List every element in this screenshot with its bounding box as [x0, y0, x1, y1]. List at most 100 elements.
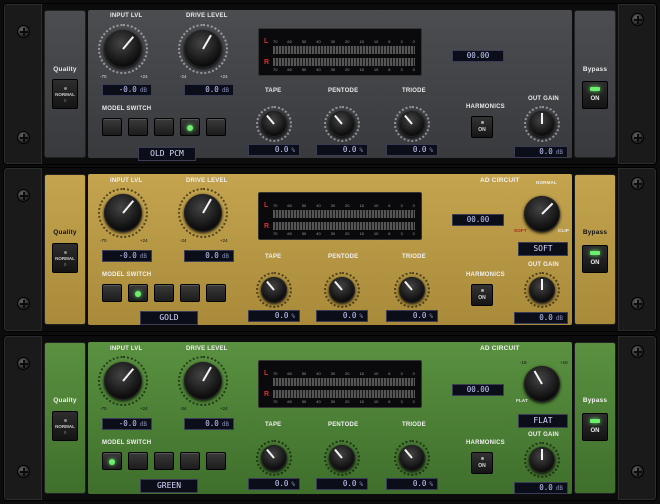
rack-ear-left: [4, 4, 42, 164]
meter-scale-tick: 40: [316, 203, 321, 208]
meter-scale: 70 60 50 40 30 20 15 10 6 3 0: [273, 67, 415, 73]
ad-circuit-knob[interactable]: [524, 366, 560, 402]
pentode-knob[interactable]: [329, 111, 355, 137]
model-button-2[interactable]: [128, 118, 148, 136]
screw-icon: [17, 357, 30, 370]
drive-level-knob[interactable]: [184, 362, 222, 400]
triode-knob[interactable]: [399, 445, 425, 471]
tape-knob[interactable]: [261, 445, 287, 471]
pentode-knob[interactable]: [329, 445, 355, 471]
ad-circuit-knob[interactable]: [524, 196, 560, 232]
model-button-3[interactable]: [154, 284, 174, 302]
meter-scale-tick: 6: [388, 371, 391, 376]
ad-min-tick: -18: [520, 360, 527, 365]
model-button-1[interactable]: [102, 284, 122, 302]
bypass-button[interactable]: ON: [582, 81, 608, 109]
input-lvl-knob[interactable]: [104, 362, 142, 400]
input-lvl-knob[interactable]: [104, 30, 142, 68]
out-gain-label: OUT GAIN: [528, 432, 559, 438]
ad-normal-label: NORMAL: [536, 180, 557, 185]
model-button-3[interactable]: [154, 118, 174, 136]
input-lvl-label: INPUT LVL: [110, 178, 143, 184]
tape-knob[interactable]: [261, 111, 287, 137]
meter-scale-tick: 60: [287, 39, 292, 44]
quality-button[interactable]: NORMAL ○: [52, 79, 78, 109]
screw-icon: [631, 465, 644, 478]
pentode-label: PENTODE: [328, 88, 359, 94]
meter-scale-tick: 20: [345, 231, 350, 236]
level-meter: L 70 60 50 40 30 20 15 10 6 3 0 R 70 60 50 40 30 20 15 10…: [258, 192, 422, 240]
drive-level-label: DRIVE LEVEL: [186, 346, 228, 352]
model-name-display: OLD PCM: [138, 147, 196, 161]
bypass-button[interactable]: ON: [582, 245, 608, 273]
input-max-tick: +24: [140, 74, 148, 79]
out-gain-readout: 0.0 dB: [514, 146, 568, 158]
out-gain-knob[interactable]: [529, 277, 555, 303]
model-button-5[interactable]: [206, 452, 226, 470]
tape-readout: 0.0%: [248, 478, 300, 490]
pentode-readout: 0.0%: [316, 310, 368, 322]
quality-button[interactable]: NORMAL ○: [52, 243, 78, 273]
meter-scale-tick: 50: [301, 67, 307, 72]
bypass-button[interactable]: ON: [582, 413, 608, 441]
harmonics-button[interactable]: ON: [471, 452, 493, 474]
meter-scale-tick: 0: [412, 67, 415, 72]
meter-scale-tick: 15: [359, 371, 364, 376]
drive-max-tick: +24: [220, 74, 228, 79]
screw-icon: [631, 13, 644, 26]
ad-mode-display: FLAT: [518, 414, 568, 428]
meter-right-label: R: [264, 59, 270, 66]
drive-level-knob[interactable]: [184, 30, 222, 68]
meter-scale: 70 60 50 40 30 20 15 10 6 3 0: [273, 203, 415, 209]
out-gain-label: OUT GAIN: [528, 262, 559, 268]
meter-scale: 70 60 50 40 30 20 15 10 6 3 0: [273, 39, 415, 45]
meter-right-bar: [273, 58, 415, 66]
triode-knob[interactable]: [399, 111, 425, 137]
out-gain-knob[interactable]: [529, 447, 555, 473]
model-name-display: GREEN: [140, 479, 198, 493]
drive-min-tick: -24: [180, 74, 187, 79]
meter-scale-tick: 3: [400, 203, 403, 208]
model-button-4[interactable]: [180, 284, 200, 302]
model-button-2[interactable]: [128, 452, 148, 470]
out-gain-label: OUT GAIN: [528, 96, 559, 102]
model-button-2[interactable]: [128, 284, 148, 302]
model-button-3[interactable]: [154, 452, 174, 470]
quality-label: Quality: [53, 66, 77, 73]
model-button-1[interactable]: [102, 452, 122, 470]
triode-readout: 0.0%: [386, 310, 438, 322]
meter-scale-tick: 70: [273, 231, 278, 236]
pentode-readout: 0.0%: [316, 478, 368, 490]
quality-button[interactable]: NORMAL ○: [52, 411, 78, 441]
drive-min-tick: -24: [180, 406, 187, 411]
harmonics-button[interactable]: ON: [471, 284, 493, 306]
tape-knob[interactable]: [261, 277, 287, 303]
model-active-led-icon: [135, 291, 141, 297]
meter-scale-tick: 30: [330, 67, 336, 72]
model-button-5[interactable]: [206, 284, 226, 302]
meter-scale-tick: 6: [388, 399, 391, 404]
out-gain-knob[interactable]: [529, 111, 555, 137]
model-button-1[interactable]: [102, 118, 122, 136]
pentode-knob[interactable]: [329, 277, 355, 303]
meter-scale-tick: 30: [330, 203, 336, 208]
plugin-unit-old-pcm: Quality NORMAL ○ Bypass ON INPUT LVL -70 …: [4, 4, 656, 164]
model-button-4[interactable]: [180, 452, 200, 470]
meter-scale-tick: 50: [301, 231, 307, 236]
plugin-face: INPUT LVL -70 +24 -0.0 dB DRIVE LEVEL -24…: [88, 10, 572, 161]
input-lvl-knob[interactable]: [104, 194, 142, 232]
harmonics-button[interactable]: ON: [471, 116, 493, 138]
meter-scale-tick: 50: [301, 399, 307, 404]
drive-level-knob[interactable]: [184, 194, 222, 232]
quality-label: Quality: [53, 229, 77, 236]
model-button-5[interactable]: [206, 118, 226, 136]
model-switch-label: MODEL SWITCH: [102, 272, 152, 278]
ad-circuit-label: AD CIRCUIT: [480, 177, 520, 184]
meter-left-label: L: [264, 202, 269, 209]
model-button-4[interactable]: [180, 118, 200, 136]
input-max-tick: +24: [140, 406, 148, 411]
drive-level-readout: 0.0 dB: [184, 418, 234, 430]
quality-value: NORMAL: [55, 256, 75, 261]
bypass-label: Bypass: [582, 66, 608, 73]
triode-knob[interactable]: [399, 277, 425, 303]
